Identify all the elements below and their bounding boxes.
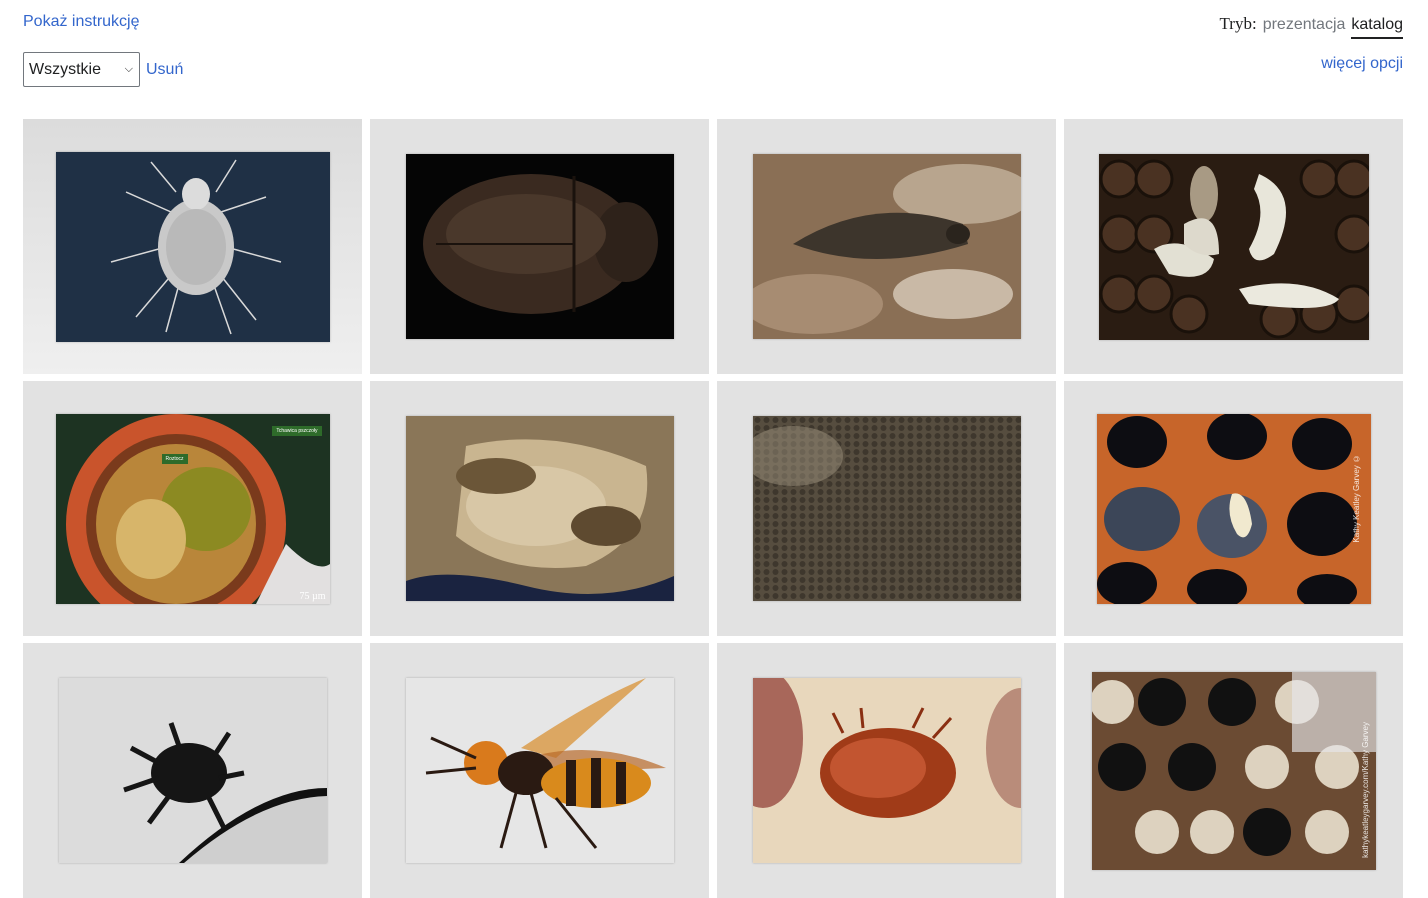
gallery-item[interactable] — [717, 643, 1056, 898]
empty-honeycomb-image[interactable] — [752, 416, 1021, 601]
mite-silhouette-image[interactable] — [58, 678, 327, 863]
gallery-item[interactable]: Tchawica pszczoły Roztocz 75 µm — [23, 381, 362, 636]
hornet-image[interactable] — [405, 678, 674, 863]
beetle-image[interactable] — [405, 154, 674, 339]
mode-catalog-link[interactable]: katalog — [1351, 16, 1403, 39]
bee-swarm-comb-image[interactable] — [405, 416, 674, 601]
damaged-comb-image[interactable]: kathykeatleygarvey.com/Kathy Garvey — [1091, 671, 1376, 870]
gallery-item[interactable]: Kathy Keatley Garvey © — [1064, 381, 1403, 636]
gallery-item[interactable]: kathykeatleygarvey.com/Kathy Garvey — [1064, 643, 1403, 898]
photo-credit-watermark: Kathy Keatley Garvey © — [1351, 453, 1361, 543]
category-select-value: Wszystkie — [29, 60, 101, 78]
view-mode-switch: Tryb: prezentacja katalog — [1220, 14, 1403, 39]
mite-tag: Roztocz — [161, 453, 188, 464]
remove-filter-link[interactable]: Usuń — [146, 61, 183, 79]
bee-larvae-image[interactable] — [1098, 153, 1369, 340]
mode-label: Tryb: — [1219, 14, 1257, 33]
gallery-item[interactable] — [717, 119, 1056, 374]
chevron-down-icon: ⌵ — [124, 63, 133, 75]
mite-in-trachea-image[interactable]: Tchawica pszczoły Roztocz 75 µm — [55, 413, 330, 604]
gallery-item[interactable] — [23, 643, 362, 898]
trachea-tag: Tchawica pszczoły — [272, 425, 322, 436]
gallery-item[interactable] — [370, 381, 709, 636]
gallery-item[interactable] — [23, 119, 362, 374]
mite-sem-image[interactable] — [55, 151, 330, 342]
gallery-item[interactable] — [370, 643, 709, 898]
photo-credit-watermark: kathykeatleygarvey.com/Kathy Garvey — [1360, 721, 1370, 858]
filter-row: Wszystkie ⌵ Usuń — [23, 52, 183, 87]
gallery-item[interactable] — [370, 119, 709, 374]
pupa-in-cell-image[interactable]: Kathy Keatley Garvey © — [1096, 413, 1371, 604]
wax-moth-image[interactable] — [752, 154, 1021, 339]
more-options-link[interactable]: więcej opcji — [1321, 55, 1403, 73]
image-gallery: Tchawica pszczoły Roztocz 75 µm Kathy Ke… — [23, 119, 1403, 898]
category-select[interactable]: Wszystkie ⌵ — [23, 52, 140, 87]
gallery-item[interactable] — [717, 381, 1056, 636]
show-instructions-link[interactable]: Pokaż instrukcję — [23, 13, 140, 31]
mode-presentation-link[interactable]: prezentacja — [1263, 16, 1346, 37]
gallery-item[interactable] — [1064, 119, 1403, 374]
scale-bar-label: 75 µm — [299, 590, 326, 602]
varroa-mite-image[interactable] — [752, 678, 1021, 863]
